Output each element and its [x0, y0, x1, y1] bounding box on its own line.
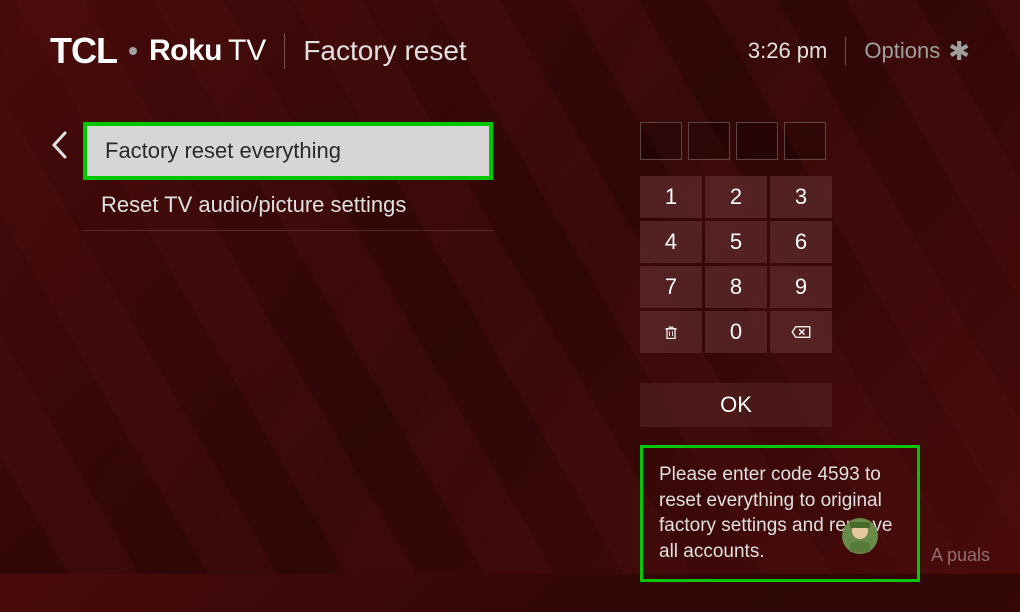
tcl-logo: TCL — [50, 30, 117, 72]
title-divider — [284, 33, 285, 69]
menu-item-label: Reset TV audio/picture settings — [101, 192, 406, 217]
avatar-watermark-icon — [840, 516, 880, 556]
header-divider — [845, 37, 846, 65]
code-input-boxes — [640, 122, 920, 160]
keypad-backspace[interactable] — [770, 311, 832, 353]
keypad-5[interactable]: 5 — [705, 221, 767, 263]
code-digit-3[interactable] — [736, 122, 778, 160]
watermark-text: A puals — [931, 545, 990, 566]
keypad-3[interactable]: 3 — [770, 176, 832, 218]
keypad-2[interactable]: 2 — [705, 176, 767, 218]
keypad-9[interactable]: 9 — [770, 266, 832, 308]
ok-button-label: OK — [720, 392, 752, 418]
roku-logo: Roku — [149, 34, 222, 68]
keypad-8[interactable]: 8 — [705, 266, 767, 308]
options-label: Options — [864, 38, 940, 64]
dot-separator-icon — [129, 47, 137, 55]
keypad-6[interactable]: 6 — [770, 221, 832, 263]
brand-logo: TCL Roku TV — [50, 30, 266, 72]
instruction-box: Please enter code 4593 to reset everythi… — [640, 445, 920, 582]
ok-button[interactable]: OK — [640, 383, 832, 427]
keypad-7[interactable]: 7 — [640, 266, 702, 308]
menu-item-factory-reset-everything[interactable]: Factory reset everything — [83, 122, 493, 180]
clock-time: 3:26 pm — [748, 38, 828, 64]
backspace-icon — [790, 325, 812, 339]
code-digit-1[interactable] — [640, 122, 682, 160]
asterisk-icon: ✱ — [948, 36, 970, 67]
tv-text: TV — [228, 34, 266, 68]
code-digit-2[interactable] — [688, 122, 730, 160]
page-title: Factory reset — [303, 35, 466, 67]
menu-item-label: Factory reset everything — [105, 138, 341, 163]
keypad-delete[interactable] — [640, 311, 702, 353]
keypad-1[interactable]: 1 — [640, 176, 702, 218]
numeric-keypad: 1 2 3 4 5 6 7 8 9 0 — [640, 176, 920, 353]
trash-icon — [661, 324, 681, 340]
menu-item-reset-audio-picture[interactable]: Reset TV audio/picture settings — [83, 180, 493, 231]
keypad-4[interactable]: 4 — [640, 221, 702, 263]
options-button[interactable]: Options ✱ — [864, 36, 970, 67]
back-chevron-icon[interactable] — [50, 130, 68, 168]
code-digit-4[interactable] — [784, 122, 826, 160]
keypad-0[interactable]: 0 — [705, 311, 767, 353]
